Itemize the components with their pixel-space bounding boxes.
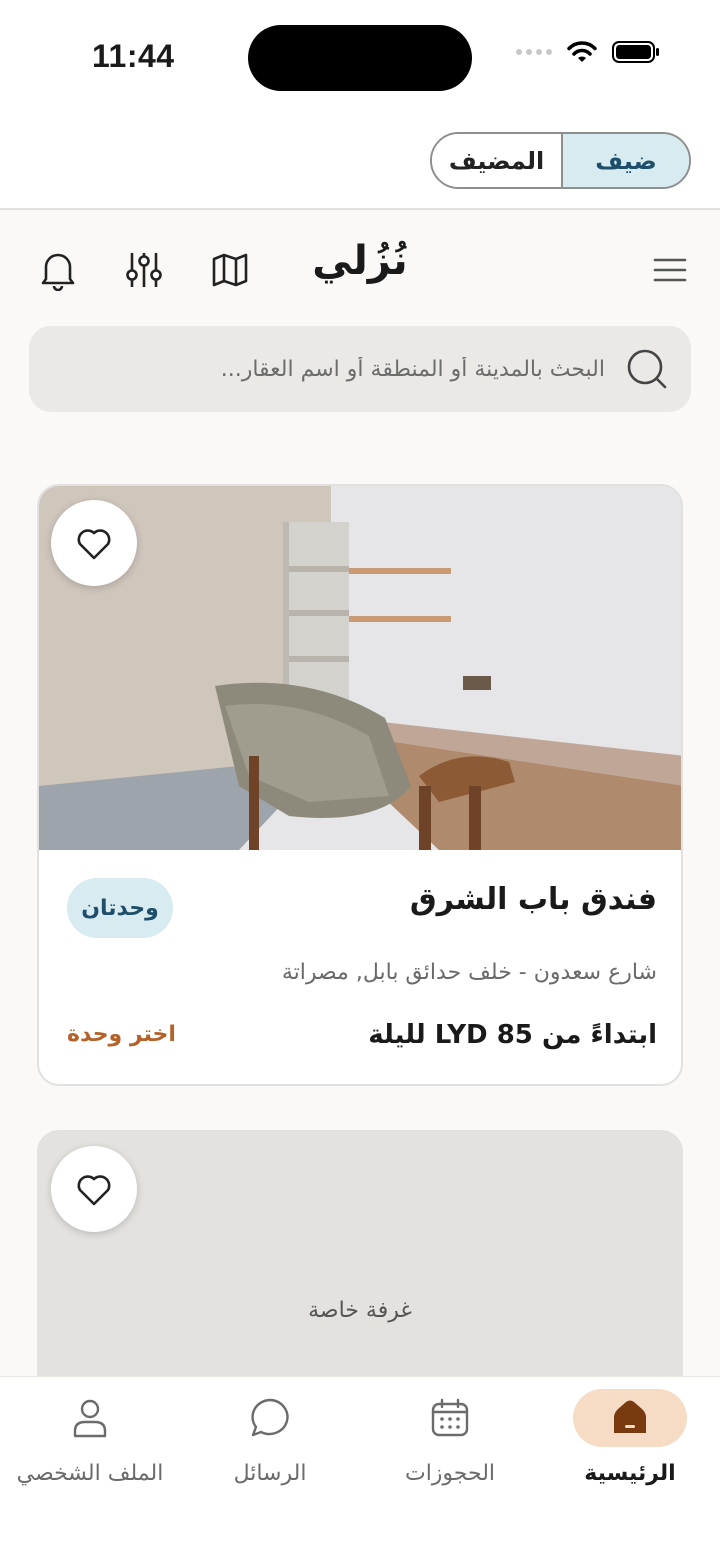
wifi-icon	[567, 41, 597, 62]
search-input[interactable]	[29, 356, 605, 382]
tab-bookings[interactable]: الحجوزات	[360, 1389, 540, 1509]
bottom-nav: الرئيسية الحجوزات الرسائل الملف الشخصي	[0, 1376, 720, 1566]
menu-icon[interactable]	[648, 248, 692, 292]
choose-unit-link[interactable]: اختر وحدة	[67, 1022, 176, 1047]
signal-icon	[516, 49, 552, 55]
listing-card[interactable]: فندق باب الشرق وحدتان شارع سعدون - خلف ح…	[37, 484, 683, 1086]
listing-placeholder-label: غرفة خاصة	[308, 1298, 412, 1323]
heart-icon	[77, 1175, 111, 1206]
role-bar: ضيف المضيف	[0, 110, 720, 210]
tab-home-icon-wrap	[573, 1389, 687, 1447]
tab-messages-icon-wrap	[213, 1389, 327, 1447]
tab-bookings-icon-wrap	[393, 1389, 507, 1447]
brand-logo: نُزُلي	[312, 238, 408, 284]
top-nav: نُزُلي	[0, 212, 720, 324]
role-guest-button[interactable]: ضيف	[561, 134, 689, 187]
role-toggle: ضيف المضيف	[430, 132, 691, 189]
dynamic-island	[248, 25, 472, 91]
tab-bookings-label: الحجوزات	[404, 1461, 496, 1486]
map-icon[interactable]	[208, 248, 252, 292]
home-icon	[614, 1400, 646, 1433]
tab-profile[interactable]: الملف الشخصي	[0, 1389, 180, 1509]
tab-profile-icon-wrap	[33, 1389, 147, 1447]
calendar-icon	[431, 1398, 469, 1437]
status-bar: 11:44	[0, 0, 720, 110]
heart-icon	[77, 529, 111, 560]
user-icon	[73, 1399, 107, 1438]
filter-icon[interactable]	[122, 248, 166, 292]
chat-icon	[251, 1398, 289, 1437]
battery-icon	[612, 41, 659, 63]
search-bar[interactable]	[29, 326, 691, 412]
favorite-button[interactable]	[51, 1146, 137, 1232]
listing-photo[interactable]	[39, 486, 681, 850]
listing-details: فندق باب الشرق وحدتان شارع سعدون - خلف ح…	[39, 850, 681, 1084]
tab-profile-label: الملف الشخصي	[16, 1461, 164, 1486]
listing-price: ابتداءً من 85 LYD لليلة	[368, 1020, 657, 1050]
tab-messages[interactable]: الرسائل	[180, 1389, 360, 1509]
listing-address: شارع سعدون - خلف حدائق بابل, مصراتة	[281, 960, 657, 985]
status-time: 11:44	[92, 38, 175, 74]
status-icons	[516, 40, 660, 64]
units-badge: وحدتان	[67, 878, 173, 938]
bell-icon[interactable]	[36, 248, 80, 292]
search-icon	[627, 349, 667, 389]
listing-title: فندق باب الشرق	[409, 882, 657, 917]
tab-home-label: الرئيسية	[584, 1461, 676, 1486]
role-host-button[interactable]: المضيف	[432, 134, 561, 187]
favorite-button[interactable]	[51, 500, 137, 586]
tab-messages-label: الرسائل	[233, 1461, 307, 1486]
tab-home[interactable]: الرئيسية	[540, 1389, 720, 1509]
